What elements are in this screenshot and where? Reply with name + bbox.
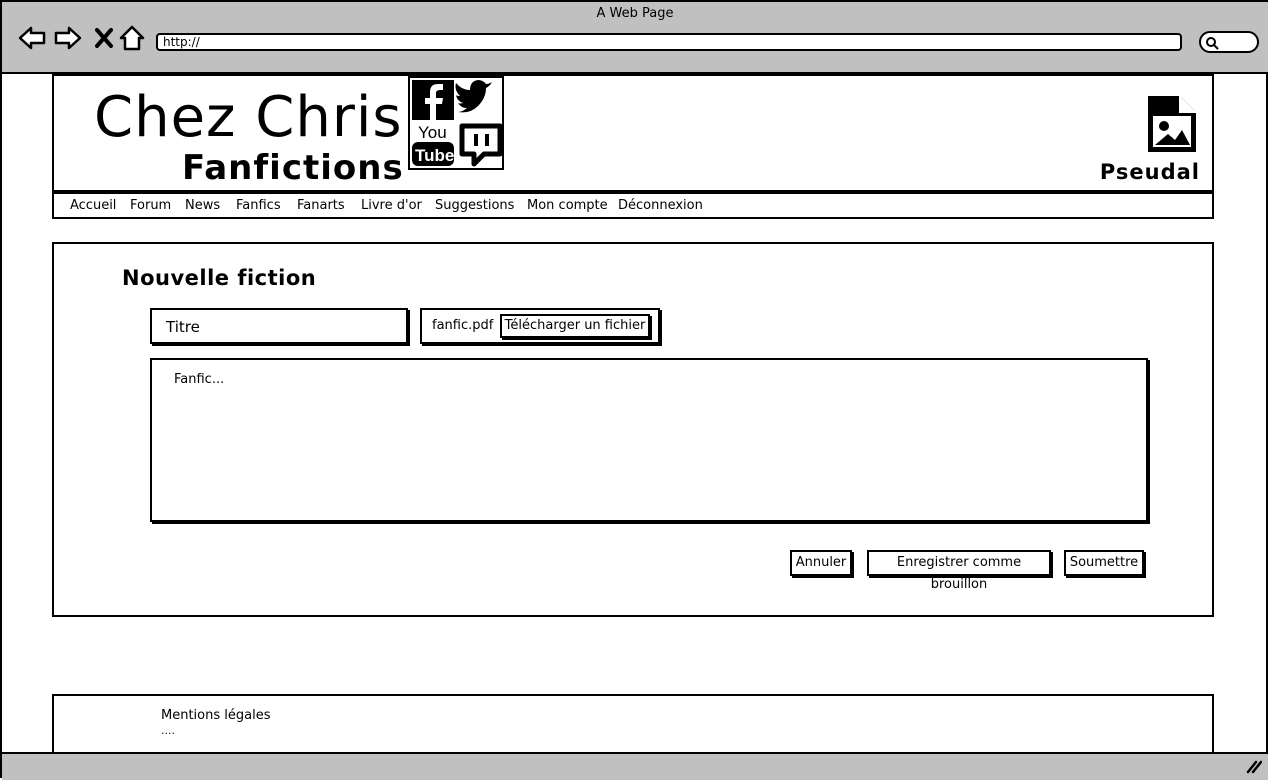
menu-item-mon-compte[interactable]: Mon compte [527, 198, 608, 213]
resize-grip-icon[interactable] [1246, 760, 1262, 774]
site-header: Chez Chris Fanfictions You Tube Pseudal [52, 74, 1214, 192]
browser-status-bar [2, 752, 1268, 780]
youtube-icon[interactable]: You Tube [412, 123, 454, 166]
window-title: A Web Page [596, 6, 674, 21]
twitter-icon[interactable] [455, 80, 493, 113]
url-input[interactable]: http:// [156, 33, 1182, 51]
youtube-tube-text: Tube [415, 146, 454, 165]
submit-button[interactable]: Soumettre [1064, 550, 1144, 576]
youtube-you-text: You [418, 123, 447, 142]
new-fiction-panel: Nouvelle fiction Titre fanfic.pdf Téléch… [52, 242, 1214, 617]
twitch-icon[interactable] [459, 123, 503, 167]
social-links: You Tube [408, 76, 504, 170]
menu-item-news[interactable]: News [185, 198, 220, 213]
title-input[interactable]: Titre [150, 308, 408, 344]
file-upload-field: fanfic.pdf Télécharger un fichier [420, 308, 660, 344]
menu-item-forum[interactable]: Forum [130, 198, 171, 213]
forward-arrow-icon[interactable] [54, 24, 82, 52]
image-icon[interactable] [1144, 92, 1200, 156]
menu-item-deconnexion[interactable]: Déconnexion [618, 198, 703, 213]
site-title: Chez Chris [94, 85, 403, 150]
browser-window: A Web Page http:// Chez Chris Fanfiction… [0, 0, 1268, 780]
save-draft-button[interactable]: Enregistrer comme brouillon [867, 550, 1051, 592]
main-menu: Accueil Forum News Fanfics Fanarts Livre… [52, 192, 1214, 219]
upload-file-button[interactable]: Télécharger un fichier [500, 314, 650, 338]
fanfic-content-textarea[interactable]: Fanfic... [150, 358, 1148, 522]
site-subtitle: Fanfictions [182, 148, 404, 188]
menu-item-fanarts[interactable]: Fanarts [297, 198, 345, 213]
home-icon[interactable] [118, 24, 146, 52]
menu-item-accueil[interactable]: Accueil [70, 198, 116, 213]
footer-placeholder-text: .... [161, 724, 175, 737]
file-name: fanfic.pdf [432, 318, 494, 333]
browser-toolbar: A Web Page http:// [2, 2, 1268, 74]
back-arrow-icon[interactable] [18, 24, 46, 52]
menu-item-livre-dor[interactable]: Livre d'or [361, 198, 422, 213]
menu-item-suggestions[interactable]: Suggestions [435, 198, 514, 213]
search-icon [1206, 37, 1219, 50]
facebook-icon[interactable] [412, 80, 454, 120]
cancel-button[interactable]: Annuler [790, 550, 852, 576]
menu-item-fanfics[interactable]: Fanfics [236, 198, 281, 213]
username[interactable]: Pseudal [1100, 160, 1200, 184]
page-title: Nouvelle fiction [122, 266, 317, 290]
site-footer: Mentions légales .... [52, 694, 1214, 752]
browser-search-field[interactable] [1199, 31, 1259, 53]
legal-notice-link[interactable]: Mentions légales [161, 708, 270, 723]
close-x-icon[interactable] [92, 24, 120, 52]
